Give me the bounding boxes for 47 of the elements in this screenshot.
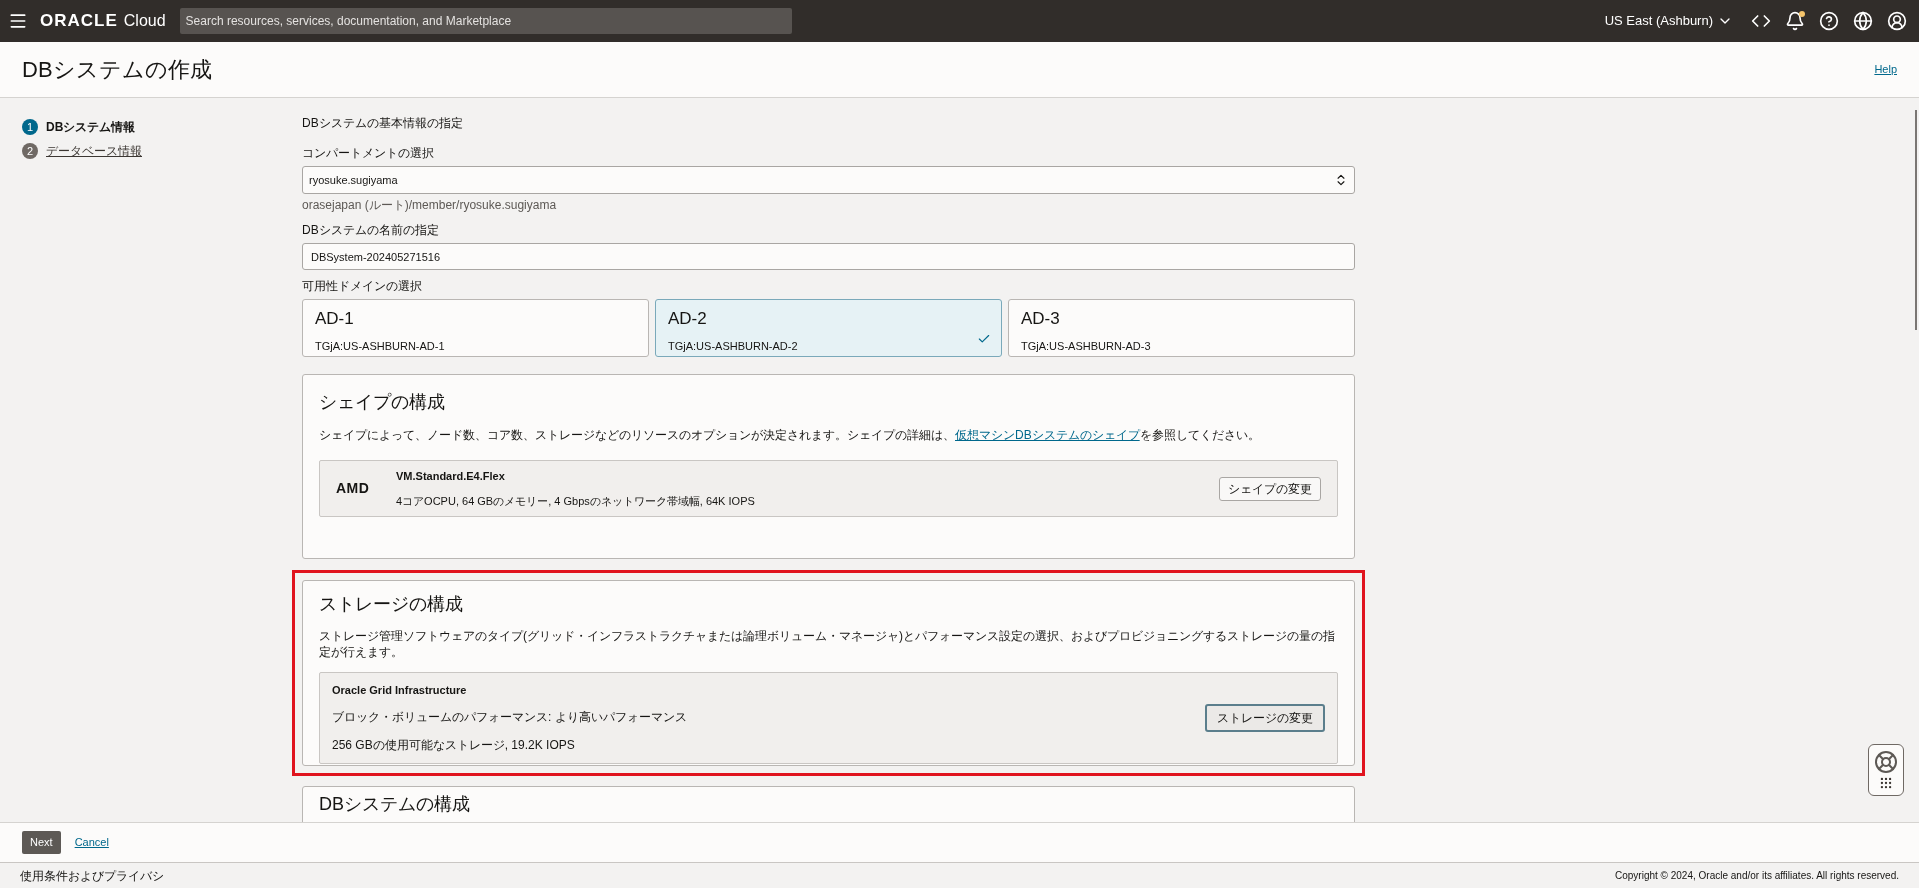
logo-product: Cloud [123,11,166,31]
availability-domain-card[interactable]: AD-2 TGjA:US-ASHBURN-AD-2 [655,299,1002,357]
step-number: 2 [22,143,38,159]
bell-icon[interactable] [1785,11,1805,31]
field-label: 可用性ドメインの選択 [302,278,423,295]
vendor-logo: AMD [336,479,371,498]
page-title: DBシステムの作成 [22,56,212,84]
availability-domain-card[interactable]: AD-1 TGjA:US-ASHBURN-AD-1 [302,299,649,357]
card-title: シェイプの構成 [319,391,446,414]
storage-performance: ブロック・ボリュームのパフォーマンス: より高いパフォーマンス [332,709,688,727]
check-icon [977,332,991,346]
section-heading: DBシステムの基本情報の指定 [302,115,464,132]
shape-name: VM.Standard.E4.Flex [396,469,506,484]
card-description: シェイプによって、ノード数、コア数、ストレージなどのリソースのオプションが決定されます。シェイプの詳細は、仮想マシンDBシステムのシェイプを参照してください。 [319,427,1261,444]
terms-link[interactable]: 使用条件およびプライバシ [20,866,164,885]
field-hint: orasejapan (ルート)/member/ryosuke.sugiyama [302,197,558,214]
user-icon[interactable] [1887,11,1907,31]
lifebuoy-icon [1874,750,1898,774]
shape-details: 4コアOCPU, 64 GBのメモリー, 4 Gbpsのネットワーク帯域幅, 64K IOPS [396,493,756,509]
availability-domain-card[interactable]: AD-3 TGjA:US-ASHBURN-AD-3 [1008,299,1355,357]
step-link[interactable]: DBシステム情報 [46,118,136,136]
change-storage-button[interactable]: ストレージの変更 [1205,704,1325,732]
shape-doc-link[interactable]: 仮想マシンDBシステムのシェイプ [955,428,1140,442]
step-link[interactable]: データベース情報 [46,142,142,160]
menu-icon[interactable] [8,11,28,31]
card-description: ストレージ管理ソフトウェアのタイプ(グリッド・インフラストラクチャまたは論理ボリューム・マネージャ)とパフォーマンス設定の選択、およびプロビジョニングするストレージの量の指定が行えます。 [319,628,1336,660]
compartment-select[interactable]: ryosuke.sugiyama [302,166,1355,194]
field-label: コンパートメントの選択 [302,145,435,162]
help-icon[interactable] [1819,11,1839,31]
region-selector[interactable]: US East (Ashburn) [1604,11,1733,31]
help-widget[interactable] [1868,744,1904,796]
change-shape-button[interactable]: シェイプの変更 [1219,476,1321,501]
next-button[interactable]: Next [22,831,61,854]
field-label: DBシステムの名前の指定 [302,222,440,239]
card-title: DBシステムの構成 [319,794,470,814]
grid-dots-icon [1879,776,1893,790]
card-title: ストレージの構成 [319,593,464,616]
help-link[interactable]: Help [1874,61,1897,78]
step-number: 1 [22,119,38,135]
storage-capacity: 256 GBの使用可能なストレージ, 19.2K IOPS [332,737,576,755]
logo-brand: ORACLE [40,10,118,33]
globe-icon[interactable] [1853,11,1873,31]
search-field[interactable]: Search resources, services, documentation, and Marketplace [179,8,792,34]
storage-software: Oracle Grid Infrastructure [332,682,468,698]
cancel-link[interactable]: Cancel [74,834,109,851]
copyright-text: Copyright © 2024, Oracle and/or its affiliates. All rights reserved. [1615,869,1899,883]
name-field[interactable]: DBSystem-202405271516 [302,243,1355,270]
